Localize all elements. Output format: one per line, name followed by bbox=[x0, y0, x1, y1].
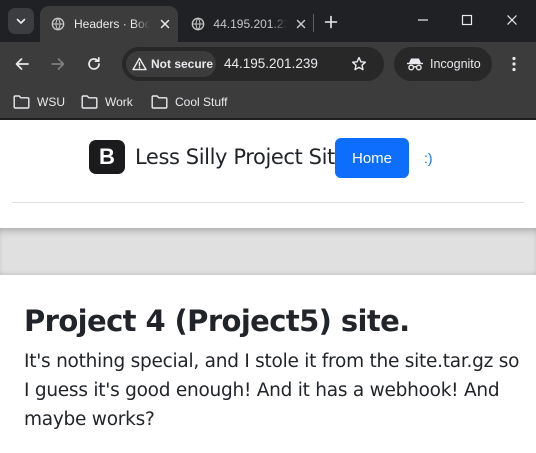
back-button[interactable] bbox=[10, 52, 34, 76]
bookmarks-bar: WSU Work Cool Stuff bbox=[0, 86, 536, 118]
browser-toolbar: Not secure 44.195.201.239 Incognito bbox=[0, 42, 536, 86]
url-text[interactable]: 44.195.201.239 bbox=[224, 56, 318, 71]
minimize-button[interactable] bbox=[409, 8, 437, 32]
bookmark-label: Cool Stuff bbox=[175, 95, 228, 109]
bookmark-folder-wsu[interactable]: WSU bbox=[13, 92, 65, 112]
web-page: B Less Silly Project Site Home :) Projec… bbox=[0, 120, 536, 453]
incognito-icon bbox=[407, 58, 423, 71]
chevron-down-icon bbox=[16, 18, 26, 24]
folder-icon bbox=[13, 95, 30, 109]
address-bar[interactable]: Not secure 44.195.201.239 bbox=[122, 47, 384, 81]
bookmark-star-button[interactable] bbox=[348, 53, 370, 75]
reload-icon bbox=[88, 56, 100, 70]
hero-band bbox=[0, 228, 536, 275]
plus-icon bbox=[324, 15, 338, 29]
more-vertical-icon bbox=[512, 56, 516, 72]
arrow-right-icon bbox=[51, 58, 65, 70]
warning-icon bbox=[132, 57, 147, 71]
tab-divider bbox=[313, 14, 314, 32]
bookmark-label: Work bbox=[105, 95, 133, 109]
star-icon bbox=[351, 56, 367, 71]
close-tab-icon[interactable] bbox=[293, 15, 310, 33]
bootstrap-logo-icon: B bbox=[89, 140, 125, 174]
minimize-icon bbox=[418, 19, 428, 21]
tab-ip-address[interactable]: 44.195.201.239 bbox=[180, 6, 310, 42]
page-heading: Project 4 (Project5) site. bbox=[24, 304, 410, 338]
incognito-label: Incognito bbox=[430, 57, 481, 71]
close-icon bbox=[507, 15, 517, 25]
arrow-left-icon bbox=[15, 58, 29, 70]
security-label: Not secure bbox=[151, 57, 214, 71]
globe-icon bbox=[50, 16, 66, 32]
nav-home-button[interactable]: Home bbox=[335, 138, 409, 178]
folder-icon bbox=[151, 95, 168, 109]
folder-icon bbox=[81, 95, 98, 109]
bookmark-folder-cool-stuff[interactable]: Cool Stuff bbox=[151, 92, 227, 112]
globe-icon bbox=[190, 16, 205, 32]
new-tab-button[interactable] bbox=[320, 11, 342, 33]
tab-search-button[interactable] bbox=[8, 8, 34, 34]
browser-menu-button[interactable] bbox=[503, 52, 525, 76]
tab-headers[interactable]: Headers · Bootstrap bbox=[40, 6, 178, 42]
forward-button[interactable] bbox=[46, 52, 70, 76]
close-tab-icon[interactable] bbox=[156, 15, 174, 33]
nav-smile-link[interactable]: :) bbox=[424, 150, 433, 166]
site-info-chip[interactable]: Not secure bbox=[126, 51, 216, 77]
lead-paragraph: It's nothing special, and I stole it fro… bbox=[24, 351, 520, 430]
close-window-button[interactable] bbox=[498, 8, 526, 32]
maximize-icon bbox=[461, 14, 473, 26]
brand-name: Less Silly Project Site bbox=[135, 145, 348, 169]
reload-button[interactable] bbox=[82, 52, 106, 76]
tab-title: 44.195.201.239 bbox=[213, 17, 286, 31]
tab-strip: Headers · Bootstrap 44.195.201.239 bbox=[0, 0, 536, 42]
header-divider bbox=[12, 202, 524, 203]
brand-link[interactable]: B Less Silly Project Site bbox=[89, 140, 348, 174]
bookmark-folder-work[interactable]: Work bbox=[81, 92, 133, 112]
maximize-button[interactable] bbox=[453, 8, 481, 32]
tab-title: Headers · Bootstrap bbox=[74, 17, 150, 31]
bookmark-label: WSU bbox=[37, 95, 65, 109]
incognito-profile-button[interactable]: Incognito bbox=[394, 47, 492, 81]
